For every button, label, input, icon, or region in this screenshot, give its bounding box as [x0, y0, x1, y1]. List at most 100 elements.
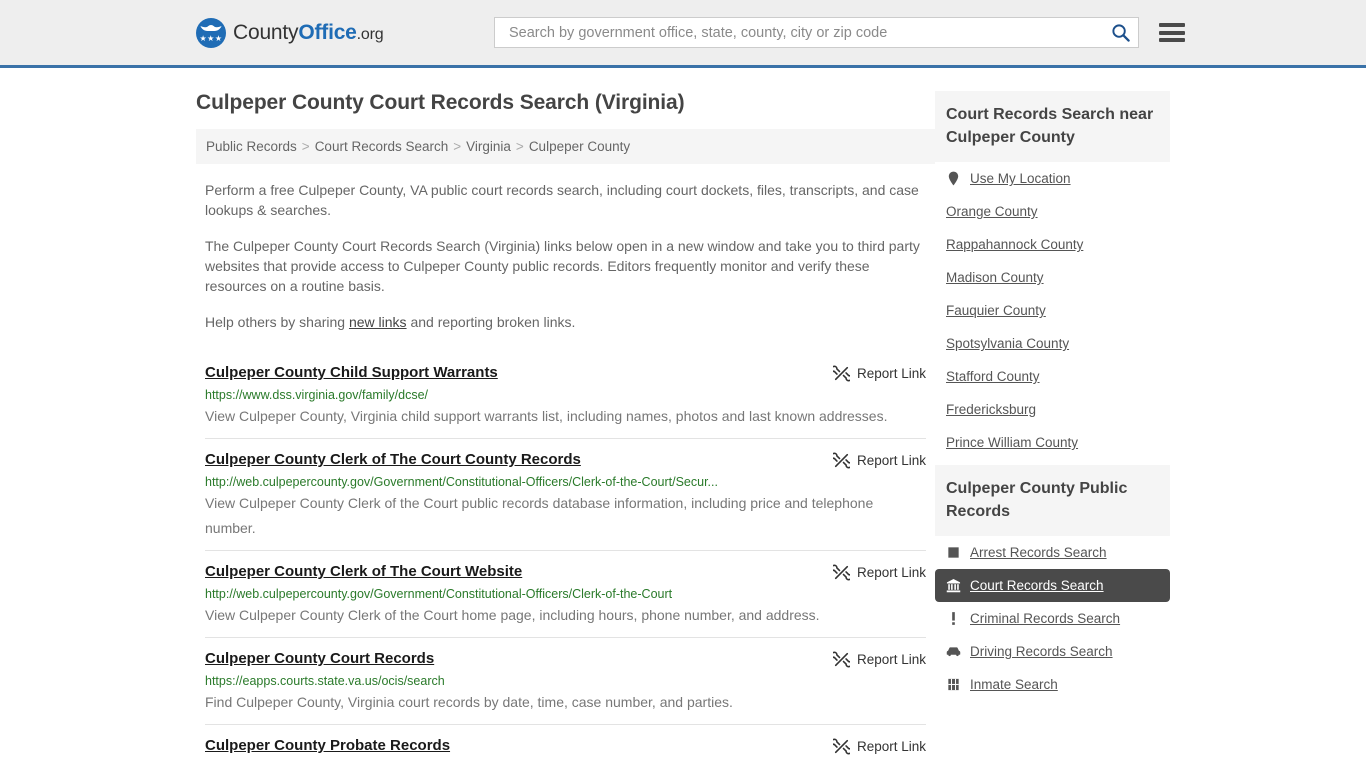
report-link-button[interactable]: Report Link	[832, 649, 926, 668]
report-link-label: Report Link	[856, 366, 926, 381]
hamburger-menu-icon[interactable]	[1159, 23, 1185, 42]
search-result-description: View Culpeper County Clerk of the Court …	[205, 607, 820, 623]
search-result-title-link[interactable]: Culpeper County Clerk of The Court Websi…	[205, 562, 522, 582]
map-pin-icon	[948, 171, 959, 186]
breadcrumb-item-court-records-search[interactable]: Court Records Search	[315, 139, 449, 154]
jail-door-icon	[948, 678, 959, 691]
sidebar-item-prince-william-county[interactable]: Prince William County	[935, 426, 1170, 459]
search-box[interactable]	[494, 17, 1139, 48]
sidebar-item-madison-county[interactable]: Madison County	[935, 261, 1170, 294]
breadcrumb-item-culpeper-county[interactable]: Culpeper County	[529, 139, 630, 154]
report-link-label: Report Link	[856, 739, 926, 754]
car-icon	[946, 647, 961, 657]
exclamation-icon	[946, 611, 961, 626]
search-result-url: http://web.culpepercounty.gov/Government…	[205, 475, 718, 489]
sidebar-item-criminal-records-search[interactable]: Criminal Records Search	[935, 602, 1170, 635]
sidebar-item-arrest-records-search[interactable]: Arrest Records Search	[935, 536, 1170, 569]
hamburger-bar	[1159, 23, 1185, 27]
search-result-item: Culpeper County Clerk of The Court Websi…	[205, 550, 926, 637]
sidebar-item-court-records-search[interactable]: Court Records Search	[935, 569, 1170, 602]
search-result-header: Culpeper County Clerk of The Court Websi…	[205, 562, 926, 582]
fingerprint-square-icon	[948, 547, 959, 558]
sidebar-item-driving-records-search[interactable]: Driving Records Search	[935, 635, 1170, 668]
sidebar-item-inmate-search[interactable]: Inmate Search	[935, 668, 1170, 701]
sidebar: Court Records Search near Culpeper Count…	[935, 68, 1170, 765]
intro-paragraph-1: Perform a free Culpeper County, VA publi…	[205, 182, 919, 218]
site-header: ★★★ CountyOffice.org	[0, 0, 1366, 68]
courthouse-icon	[946, 578, 961, 593]
sidebar-item-stafford-county[interactable]: Stafford County	[935, 360, 1170, 393]
sidebar-item-label: Stafford County	[946, 369, 1040, 384]
search-result-item: Culpeper County Clerk of The Court Count…	[205, 438, 926, 550]
search-result-description: View Culpeper County, Virginia child sup…	[205, 408, 888, 424]
search-result-title-link[interactable]: Culpeper County Clerk of The Court Count…	[205, 450, 581, 470]
logo-text-county: County	[233, 20, 299, 44]
broken-link-icon	[832, 738, 850, 755]
sidebar-item-orange-county[interactable]: Orange County	[935, 195, 1170, 228]
search-result-item: Culpeper County Probate Records Report Li…	[205, 724, 926, 765]
breadcrumb: Public Records > Court Records Search > Virg…	[196, 129, 935, 164]
sidebar-item-label: Arrest Records Search	[970, 545, 1107, 560]
report-link-button[interactable]: Report Link	[832, 736, 926, 755]
intro-paragraph-2: The Culpeper County Court Records Search…	[205, 238, 920, 294]
search-result-title-link[interactable]: Culpeper County Child Support Warrants	[205, 363, 498, 383]
breadcrumb-item-virginia[interactable]: Virginia	[466, 139, 511, 154]
page-title: Culpeper County Court Records Search (Vi…	[196, 91, 685, 114]
site-logo[interactable]: ★★★ CountyOffice.org	[196, 17, 384, 48]
search-result-url: http://web.culpepercounty.gov/Government…	[205, 587, 673, 601]
search-result-item: Culpeper County Child Support Warrants Re…	[205, 352, 926, 438]
search-result-description: Find Culpeper County, Virginia court rec…	[205, 694, 733, 710]
breadcrumb-separator: >	[515, 139, 524, 154]
search-input[interactable]	[507, 18, 1111, 47]
hamburger-bar	[1159, 38, 1185, 42]
nearby-panel-heading: Court Records Search near Culpeper Count…	[935, 91, 1170, 162]
intro-p3-before: Help others by sharing	[205, 314, 349, 330]
eagle-icon	[200, 24, 222, 31]
sidebar-item-label: Court Records Search	[970, 578, 1104, 593]
header-search-zone	[494, 17, 1185, 48]
report-link-label: Report Link	[856, 453, 926, 468]
sidebar-item-label: Madison County	[946, 270, 1044, 285]
broken-link-icon	[832, 452, 850, 469]
search-result-title-link[interactable]: Culpeper County Probate Records	[205, 736, 450, 756]
search-result-header: Culpeper County Court Records Report Link	[205, 649, 926, 669]
sidebar-item-fauquier-county[interactable]: Fauquier County	[935, 294, 1170, 327]
sidebar-item-rappahannock-county[interactable]: Rappahannock County	[935, 228, 1170, 261]
search-result-title-link[interactable]: Culpeper County Court Records	[205, 649, 434, 669]
breadcrumb-separator: >	[301, 139, 310, 154]
fingerprint-square-icon	[946, 545, 961, 560]
search-button[interactable]	[1111, 23, 1130, 42]
search-results-list: Culpeper County Child Support Warrants Re…	[196, 352, 935, 765]
report-link-button[interactable]: Report Link	[832, 450, 926, 469]
public-records-panel-heading: Culpeper County Public Records	[935, 465, 1170, 536]
sidebar-item-label: Fauquier County	[946, 303, 1046, 318]
sidebar-item-label: Rappahannock County	[946, 237, 1084, 252]
report-link-button[interactable]: Report Link	[832, 562, 926, 581]
sidebar-item-fredericksburg[interactable]: Fredericksburg	[935, 393, 1170, 426]
new-links-link[interactable]: new links	[349, 314, 407, 330]
intro-text: Perform a free Culpeper County, VA publi…	[196, 180, 935, 332]
search-result-header: Culpeper County Clerk of The Court Count…	[205, 450, 926, 470]
report-link-label: Report Link	[856, 652, 926, 667]
stars-icon: ★★★	[199, 33, 223, 43]
sidebar-item-label: Criminal Records Search	[970, 611, 1121, 626]
countyoffice-logo-icon: ★★★	[196, 17, 226, 48]
intro-p3-after: and reporting broken links.	[406, 314, 576, 330]
map-pin-icon	[946, 171, 961, 186]
search-result-description: View Culpeper County Clerk of the Court …	[205, 495, 874, 536]
sidebar-item-use-my-location[interactable]: Use My Location	[935, 162, 1170, 195]
logo-wordmark: CountyOffice.org	[233, 20, 384, 45]
search-result-item: Culpeper County Court Records Report Link…	[205, 637, 926, 724]
search-result-header: Culpeper County Child Support Warrants Re…	[205, 363, 926, 383]
breadcrumb-item-public-records[interactable]: Public Records	[206, 139, 297, 154]
courthouse-icon	[946, 578, 961, 593]
sidebar-item-spotsylvania-county[interactable]: Spotsylvania County	[935, 327, 1170, 360]
car-icon	[946, 644, 961, 659]
report-link-button[interactable]: Report Link	[832, 363, 926, 382]
broken-link-icon	[832, 651, 850, 668]
sidebar-item-label: Orange County	[946, 204, 1038, 219]
sidebar-item-label: Prince William County	[946, 435, 1079, 450]
sidebar-item-label: Spotsylvania County	[946, 336, 1070, 351]
sidebar-item-label: Use My Location	[970, 171, 1071, 186]
logo-text-office: Office	[298, 20, 357, 44]
